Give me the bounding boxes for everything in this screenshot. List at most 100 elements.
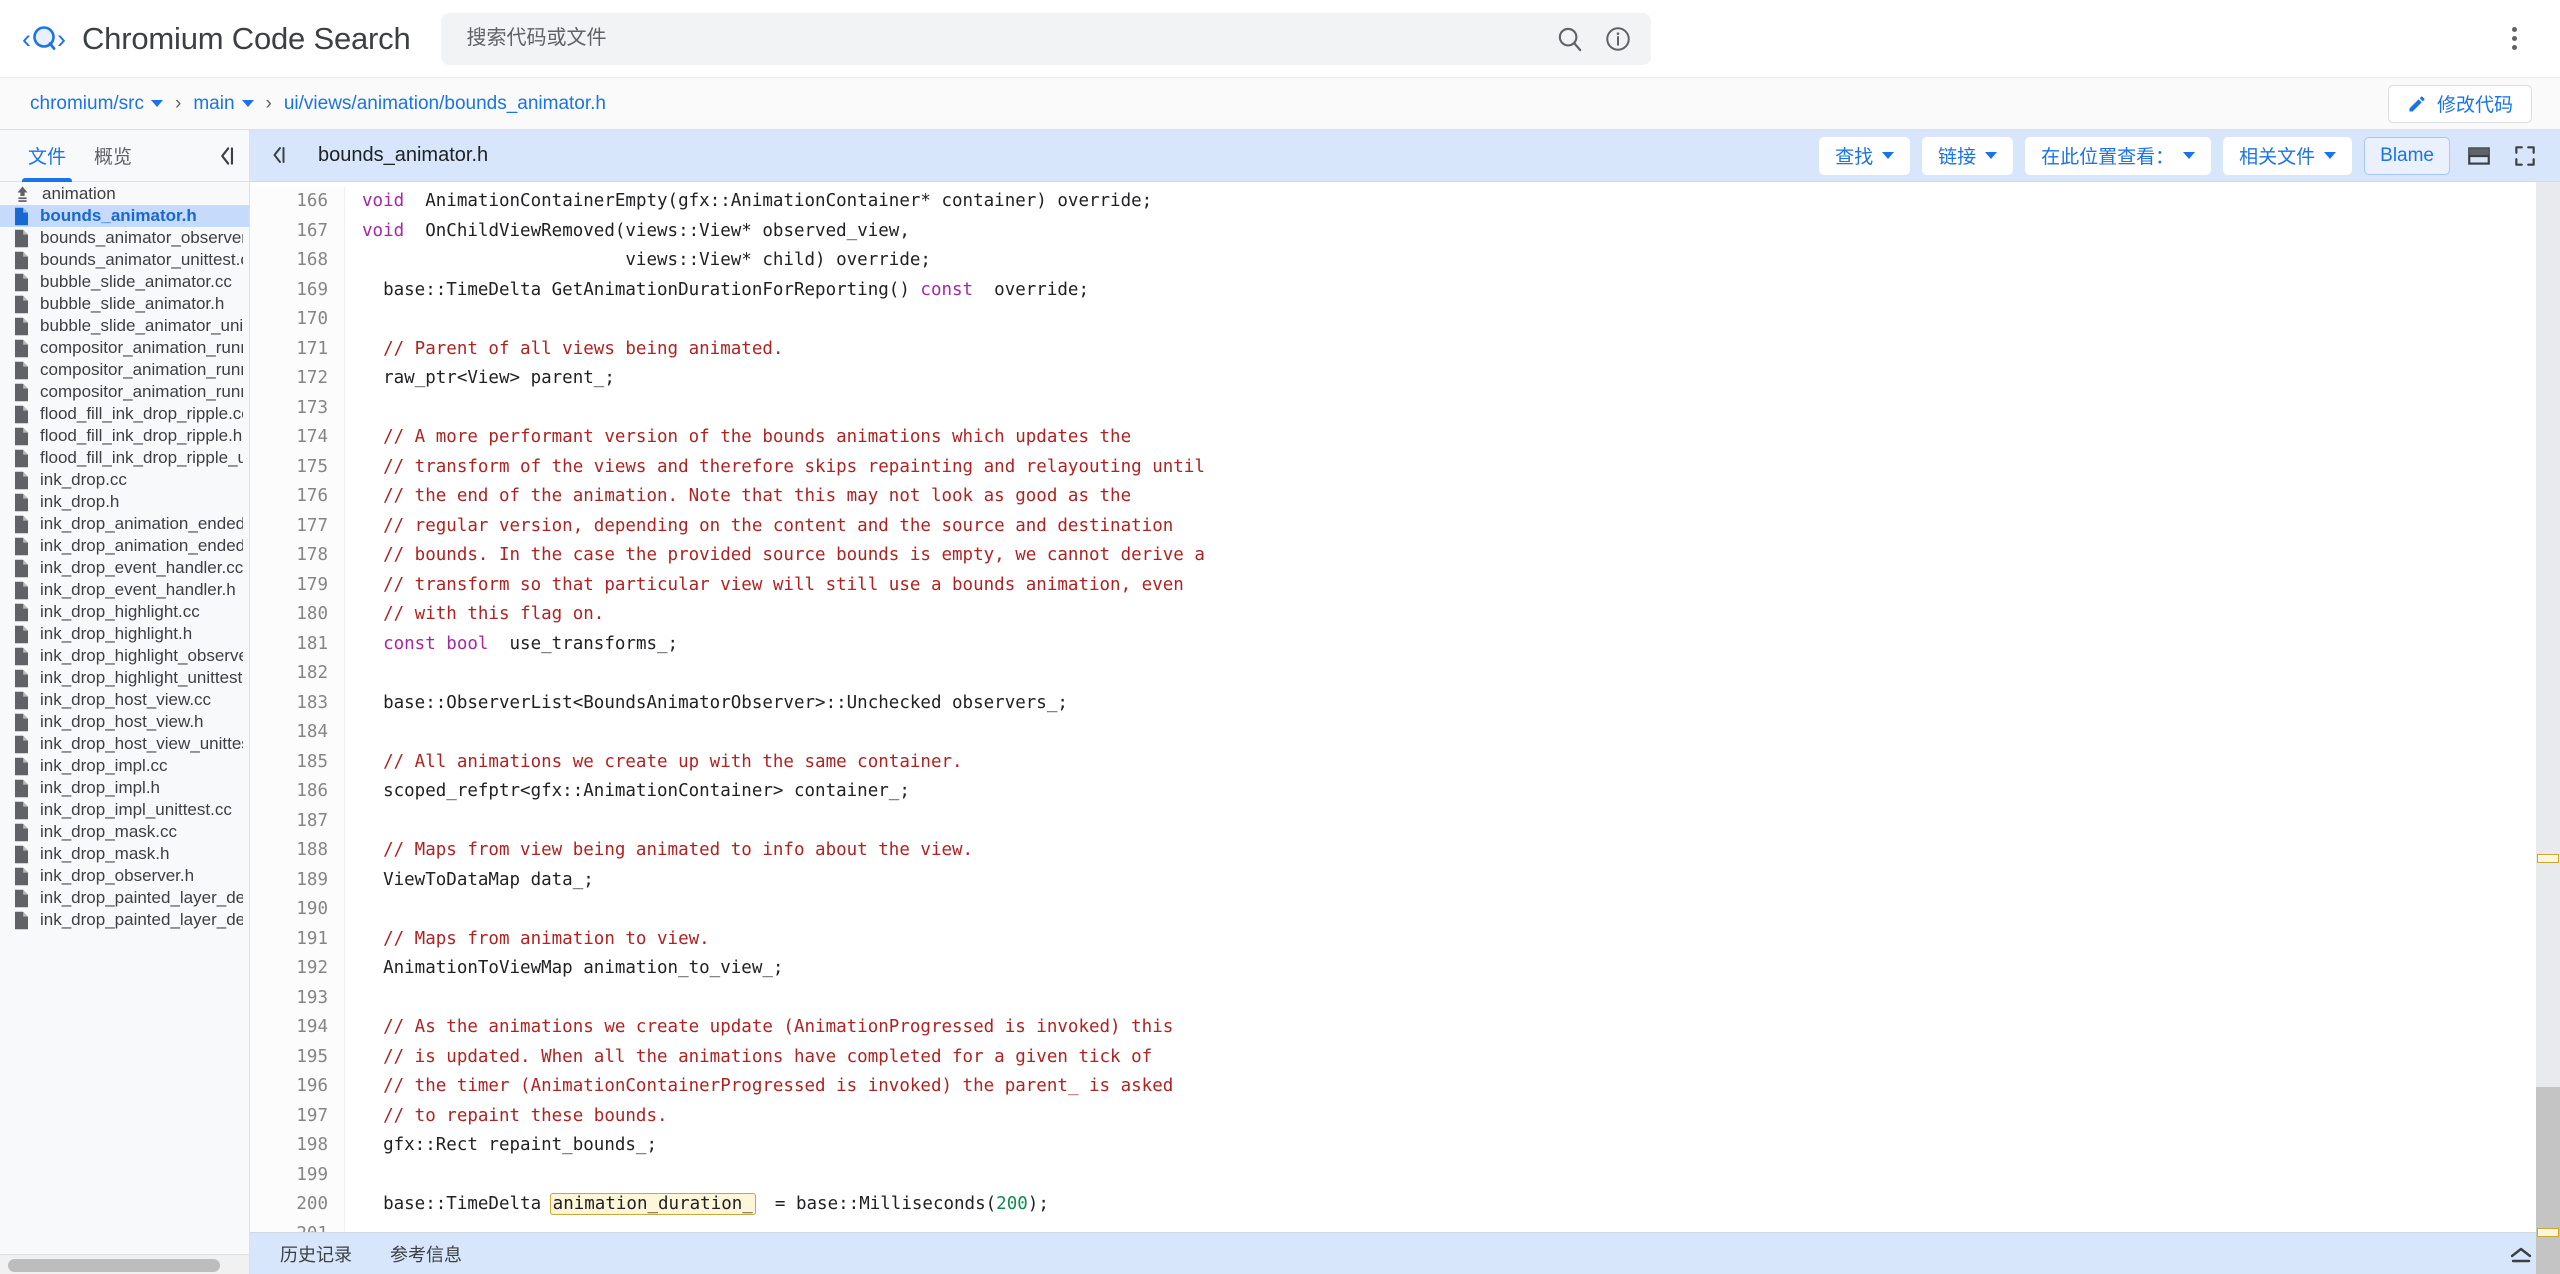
line-number[interactable]: 171 [250, 334, 345, 364]
line-number[interactable]: 186 [250, 777, 345, 807]
line-content[interactable]: void AnimationContainerEmpty(gfx::Animat… [345, 187, 2536, 217]
file-list-item[interactable]: ink_drop_impl.cc [0, 755, 249, 777]
line-content[interactable]: // Maps from view being animated to info… [345, 836, 2536, 866]
line-content[interactable]: // A more performant version of the boun… [345, 423, 2536, 453]
breadcrumb-path[interactable]: ui/views/animation/bounds_animator.h [284, 93, 606, 115]
line-number[interactable]: 199 [250, 1160, 345, 1190]
line-number[interactable]: 201 [250, 1219, 345, 1232]
line-number[interactable]: 179 [250, 570, 345, 600]
split-view-icon[interactable] [2462, 139, 2496, 173]
line-number[interactable]: 168 [250, 246, 345, 276]
line-content[interactable]: gfx::Rect repaint_bounds_; [345, 1131, 2536, 1161]
line-content[interactable]: AnimationToViewMap animation_to_view_; [345, 954, 2536, 984]
parent-directory-row[interactable]: animation [0, 183, 249, 205]
line-number[interactable]: 191 [250, 924, 345, 954]
chevron-up-icon[interactable] [2506, 1241, 2536, 1267]
line-content[interactable]: scoped_refptr<gfx::AnimationContainer> c… [345, 777, 2536, 807]
line-number[interactable]: 172 [250, 364, 345, 394]
breadcrumb-repo[interactable]: chromium/src [30, 93, 164, 115]
line-number[interactable]: 173 [250, 393, 345, 423]
breadcrumb-repo-label[interactable]: chromium/src [30, 93, 144, 115]
line-number[interactable]: 184 [250, 718, 345, 748]
file-list-item[interactable]: compositor_animation_runner.h [0, 359, 249, 381]
line-content[interactable]: ViewToDataMap data_; [345, 866, 2536, 896]
file-list-item[interactable]: flood_fill_ink_drop_ripple_unittest.cc [0, 447, 249, 469]
search-box[interactable] [440, 12, 1651, 65]
line-number[interactable]: 185 [250, 747, 345, 777]
file-list[interactable]: animation bounds_animator.h bounds_animat… [0, 182, 249, 1254]
file-list-item[interactable]: ink_drop_highlight.h [0, 623, 249, 645]
file-list-item[interactable]: ink_drop_highlight_unittest.cc [0, 667, 249, 689]
line-number[interactable]: 177 [250, 511, 345, 541]
file-list-item[interactable]: ink_drop_impl.h [0, 777, 249, 799]
blame-button[interactable]: Blame [2364, 136, 2450, 175]
line-content[interactable]: // regular version, depending on the con… [345, 512, 2536, 542]
file-list-item[interactable]: ink_drop_highlight_observer.h [0, 645, 249, 667]
breadcrumb-branch[interactable]: main [193, 93, 254, 115]
code-scrollbar-thumb[interactable] [2536, 1087, 2560, 1274]
line-content[interactable]: base::TimeDelta GetAnimationDurationForR… [345, 276, 2536, 306]
line-number[interactable]: 175 [250, 452, 345, 482]
search-input[interactable] [464, 12, 1555, 65]
line-number[interactable]: 181 [250, 629, 345, 659]
file-list-item[interactable]: ink_drop_event_handler.cc [0, 557, 249, 579]
chevron-down-icon[interactable] [151, 100, 164, 107]
line-number[interactable]: 190 [250, 895, 345, 925]
line-content[interactable]: // transform so that particular view wil… [345, 571, 2536, 601]
file-list-item[interactable]: ink_drop_painted_layer_delegates.h [0, 909, 249, 931]
line-content[interactable]: const bool use_transforms_; [345, 630, 2536, 660]
file-list-item[interactable]: bubble_slide_animator.cc [0, 271, 249, 293]
file-list-item[interactable]: ink_drop_mask.cc [0, 821, 249, 843]
line-content[interactable]: // is updated. When all the animations h… [345, 1043, 2536, 1073]
file-list-item[interactable]: ink_drop_impl_unittest.cc [0, 799, 249, 821]
highlighted-token[interactable]: animation_duration_ [549, 1193, 756, 1215]
file-list-item[interactable]: ink_drop_observer.h [0, 865, 249, 887]
line-number[interactable]: 197 [250, 1101, 345, 1131]
more-vert-icon[interactable] [2496, 21, 2532, 57]
code-scroll-area[interactable]: 166 void AnimationContainerEmpty(gfx::Ani… [250, 182, 2536, 1232]
line-number[interactable]: 196 [250, 1072, 345, 1102]
file-list-item[interactable]: compositor_animation_runner_unittest [0, 381, 249, 403]
chevron-down-icon[interactable] [241, 100, 254, 107]
file-list-item[interactable]: ink_drop_host_view_unittest.cc [0, 733, 249, 755]
line-content[interactable]: // bounds. In the case the provided sour… [345, 541, 2536, 571]
line-number[interactable]: 176 [250, 482, 345, 512]
search-icon[interactable] [1555, 24, 1585, 54]
line-number[interactable]: 178 [250, 541, 345, 571]
links-button[interactable]: 链接 [1922, 136, 2014, 175]
line-content[interactable]: base::ObserverList<BoundsAnimatorObserve… [345, 689, 2536, 719]
line-content[interactable]: raw_ptr<View> parent_; [345, 364, 2536, 394]
file-list-item[interactable]: ink_drop.h [0, 491, 249, 513]
file-list-item[interactable]: ink_drop_animation_ended_reason.cc [0, 513, 249, 535]
file-list-item[interactable]: ink_drop_event_handler.h [0, 579, 249, 601]
view-here-button[interactable]: 在此位置查看： [2025, 136, 2212, 175]
line-content[interactable]: // the end of the animation. Note that t… [345, 482, 2536, 512]
file-list-item[interactable]: ink_drop_painted_layer_delegates.cc [0, 887, 249, 909]
line-number[interactable]: 180 [250, 600, 345, 630]
line-number[interactable]: 194 [250, 1013, 345, 1043]
line-number[interactable]: 166 [250, 187, 345, 217]
fullscreen-icon[interactable] [2508, 139, 2542, 173]
file-list-item[interactable]: ink_drop_mask.h [0, 843, 249, 865]
line-content[interactable]: void OnChildViewRemoved(views::View* obs… [345, 217, 2536, 247]
file-list-item[interactable]: bounds_animator_unittest.cc [0, 249, 249, 271]
line-number[interactable]: 169 [250, 275, 345, 305]
line-content[interactable]: views::View* child) override; [345, 246, 2536, 276]
tab-history[interactable]: 历史记录 [280, 1241, 352, 1267]
file-list-item[interactable]: compositor_animation_runner.cc [0, 337, 249, 359]
line-content[interactable]: // the timer (AnimationContainerProgress… [345, 1072, 2536, 1102]
file-list-item[interactable]: flood_fill_ink_drop_ripple.h [0, 425, 249, 447]
line-content[interactable]: // with this flag on. [345, 600, 2536, 630]
line-number[interactable]: 198 [250, 1131, 345, 1161]
line-number[interactable]: 200 [250, 1190, 345, 1220]
line-content[interactable]: // As the animations we create update (A… [345, 1013, 2536, 1043]
file-list-item[interactable]: bubble_slide_animator.h [0, 293, 249, 315]
tab-files[interactable]: 文件 [14, 130, 80, 182]
line-number[interactable]: 188 [250, 836, 345, 866]
line-number[interactable]: 170 [250, 305, 345, 335]
tab-references[interactable]: 参考信息 [390, 1241, 462, 1267]
sidebar-horizontal-scrollbar[interactable] [0, 1254, 249, 1274]
logo-home-link[interactable]: ‹ › Chromium Code Search [22, 19, 411, 59]
related-files-button[interactable]: 相关文件 [2223, 136, 2353, 175]
line-number[interactable]: 174 [250, 423, 345, 453]
